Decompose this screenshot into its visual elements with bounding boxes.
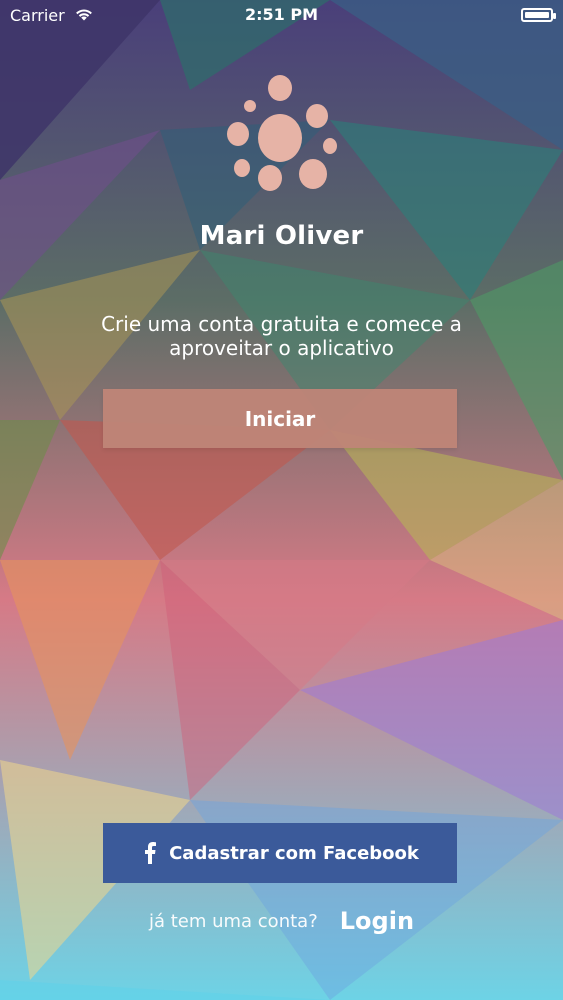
facebook-f-icon: [141, 842, 159, 864]
facebook-signup-button[interactable]: Cadastrar com Facebook: [103, 823, 457, 883]
tagline-text: Crie uma conta gratuita e comece a aprov…: [101, 312, 462, 360]
app-title: Mari Oliver: [199, 221, 364, 251]
status-bar: Carrier 2:51 PM: [0, 0, 563, 30]
login-question: já tem uma conta?: [148, 910, 318, 932]
status-time: 2:51 PM: [244, 5, 318, 24]
battery-icon: [521, 8, 556, 22]
start-button[interactable]: Iniciar: [103, 389, 457, 448]
facebook-button-label: Cadastrar com Facebook: [169, 842, 419, 864]
app-logo-icon: [218, 70, 348, 205]
login-link[interactable]: Login: [340, 907, 414, 935]
login-prompt-row: já tem uma conta? Login: [0, 907, 563, 935]
